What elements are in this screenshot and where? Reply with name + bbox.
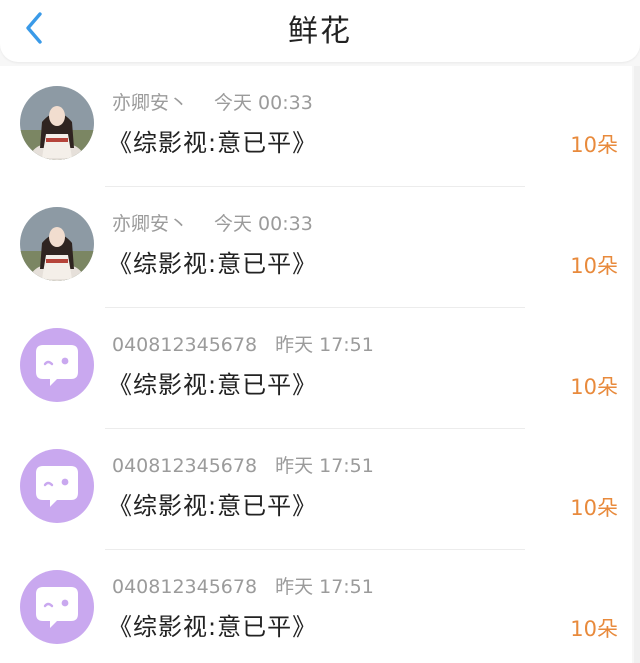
item-meta: 040812345678 昨天 17:51 xyxy=(112,572,374,599)
timestamp: 昨天 17:51 xyxy=(275,455,374,477)
flower-count: 10朵 xyxy=(570,133,618,157)
user-name: 亦卿安丶 xyxy=(112,92,189,114)
book-title[interactable]: 《综影视:意已平》 xyxy=(108,486,317,521)
avatar[interactable] xyxy=(20,449,94,523)
avatar[interactable] xyxy=(20,86,94,160)
timestamp: 今天 00:33 xyxy=(214,213,313,235)
item-meta: 040812345678 昨天 17:51 xyxy=(112,330,374,357)
avatar[interactable] xyxy=(20,207,94,281)
list-item[interactable]: 亦卿安丶 今天 00:33 《综影视:意已平》 10朵 xyxy=(0,187,632,308)
item-meta: 亦卿安丶 今天 00:33 xyxy=(112,88,313,115)
user-photo xyxy=(20,207,94,281)
book-title[interactable]: 《综影视:意已平》 xyxy=(108,365,317,400)
avatar[interactable] xyxy=(20,328,94,402)
flower-list: 亦卿安丶 今天 00:33 《综影视:意已平》 10朵 亦卿安丶 今天 00:3… xyxy=(0,66,632,663)
timestamp: 昨天 17:51 xyxy=(275,576,374,598)
book-title[interactable]: 《综影视:意已平》 xyxy=(108,244,317,279)
book-title[interactable]: 《综影视:意已平》 xyxy=(108,607,317,642)
list-item[interactable]: 040812345678 昨天 17:51 《综影视:意已平》 10朵 xyxy=(0,308,632,429)
flower-count: 10朵 xyxy=(570,254,618,278)
app-screen: 鲜花 亦卿安丶 今天 00:33 《综影视:意已平》 10朵 亦卿安丶 今天 0… xyxy=(0,0,640,663)
scrollbar[interactable] xyxy=(634,66,640,663)
book-title[interactable]: 《综影视:意已平》 xyxy=(108,123,317,158)
timestamp: 昨天 17:51 xyxy=(275,334,374,356)
user-photo xyxy=(20,86,94,160)
chat-bubble-icon xyxy=(36,345,78,386)
header-bar: 鲜花 xyxy=(0,0,640,62)
page-title: 鲜花 xyxy=(288,14,352,49)
list-item[interactable]: 040812345678 昨天 17:51 《综影视:意已平》 10朵 xyxy=(0,550,632,663)
user-name: 040812345678 xyxy=(112,576,258,598)
avatar[interactable] xyxy=(20,570,94,644)
chat-bubble-icon xyxy=(36,587,78,628)
flower-count: 10朵 xyxy=(570,496,618,520)
item-meta: 亦卿安丶 今天 00:33 xyxy=(112,209,313,236)
item-meta: 040812345678 昨天 17:51 xyxy=(112,451,374,478)
chat-bubble-icon xyxy=(36,466,78,507)
timestamp: 今天 00:33 xyxy=(214,92,313,114)
user-name: 亦卿安丶 xyxy=(112,213,189,235)
list-item[interactable]: 亦卿安丶 今天 00:33 《综影视:意已平》 10朵 xyxy=(0,66,632,187)
flower-count: 10朵 xyxy=(570,617,618,641)
list-item[interactable]: 040812345678 昨天 17:51 《综影视:意已平》 10朵 xyxy=(0,429,632,550)
user-name: 040812345678 xyxy=(112,455,258,477)
flower-count: 10朵 xyxy=(570,375,618,399)
user-name: 040812345678 xyxy=(112,334,258,356)
